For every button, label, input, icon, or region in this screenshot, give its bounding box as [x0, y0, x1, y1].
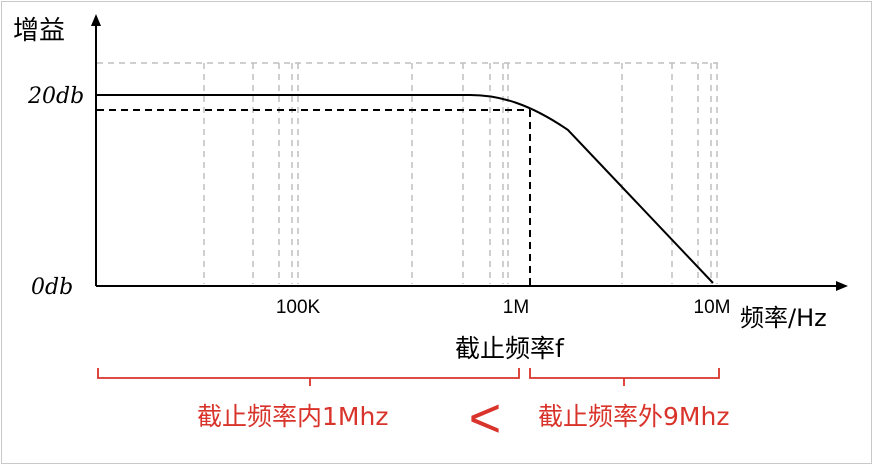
x-tick-100k: 100K [276, 297, 321, 318]
brace-left [97, 368, 520, 386]
y-tick-20db: 20db [27, 84, 84, 109]
less-than-symbol: < [469, 386, 502, 449]
x-tick-1m: 1M [503, 297, 529, 318]
cutoff-markers [97, 109, 531, 286]
x-axis-title: 频率/Hz [740, 304, 827, 332]
x-tick-10m: 10M [694, 297, 731, 318]
bode-diagram: 增益 20db 0db 100K 1M 10M 频率/Hz 截止频率f 截止频率… [13, 14, 848, 449]
grid [97, 62, 718, 284]
y-tick-0db: 0db [31, 275, 73, 300]
gain-curve [96, 94, 714, 284]
within-cutoff-text: 截止频率内1Mhz [197, 402, 388, 431]
y-axis-arrow [91, 14, 101, 26]
brace-right [529, 368, 720, 386]
beyond-cutoff-text: 截止频率外9Mhz [538, 402, 729, 431]
y-axis-title: 增益 [13, 16, 65, 46]
axes [95, 22, 840, 287]
x-axis-arrow [836, 281, 848, 291]
cutoff-frequency-label: 截止频率f [455, 334, 565, 363]
